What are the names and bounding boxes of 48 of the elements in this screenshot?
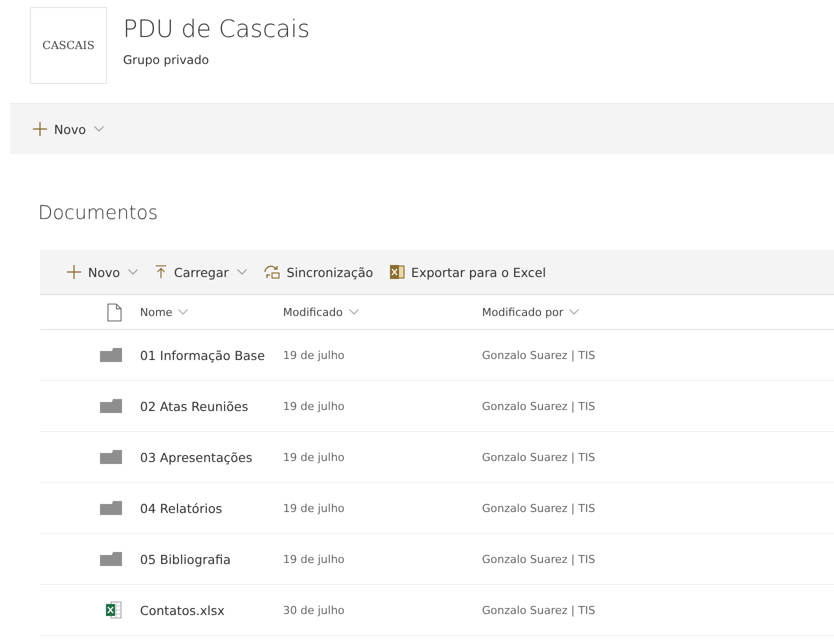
sync-icon — [262, 264, 281, 280]
modified-cell-text: 19 de julho — [283, 400, 346, 412]
column-header[interactable]: Nome — [140, 306, 283, 318]
folder-icon — [100, 399, 122, 413]
new-button[interactable]: Novo — [26, 111, 110, 147]
column-header[interactable]: Modificado — [283, 306, 482, 318]
library-title: Documentos — [38, 202, 159, 226]
folder-icon — [100, 501, 122, 515]
caret-icon — [128, 269, 138, 275]
modified-by-cell-text: Gonzalo Suarez | TIS — [482, 552, 596, 566]
sync-command[interactable]: Sincronização — [256, 254, 380, 290]
file-name-link[interactable]: 04 Relatórios — [140, 500, 283, 516]
modified-cell-text: 30 de julho — [283, 604, 346, 616]
file-name-link[interactable]: 05 Bibliografia — [140, 552, 283, 566]
site-subtitle: Grupo privado — [123, 53, 210, 67]
modified-cell-text: 19 de julho — [283, 552, 346, 566]
folder-icon — [100, 552, 122, 566]
site-title: PDU de Cascais — [123, 15, 310, 43]
modified-by-cell-text: Gonzalo Suarez | TIS — [482, 604, 596, 616]
caret-icon — [178, 309, 188, 315]
file-name-link[interactable]: 02 Atas Reuniões — [140, 398, 283, 414]
plus-icon — [66, 264, 82, 280]
caret-icon — [236, 269, 247, 275]
file-name-link[interactable]: 03 Apresentações — [140, 450, 283, 464]
folder-icon — [100, 348, 122, 362]
new-command[interactable]: Novo — [60, 254, 144, 290]
modified-by-cell-text: Gonzalo Suarez | TIS — [482, 400, 596, 412]
spreadsheet-icon — [106, 601, 122, 619]
caret-icon — [348, 309, 359, 315]
modified-by-cell-text: Gonzalo Suarez | TIS — [482, 348, 596, 362]
modified-cell-text: 19 de julho — [283, 450, 346, 464]
file-name-link[interactable]: 01 Informação Base — [140, 348, 283, 362]
folder-icon — [100, 450, 122, 464]
modified-by-cell-text: Gonzalo Suarez | TIS — [482, 450, 596, 464]
modified-by-cell-text: Gonzalo Suarez | TIS — [482, 502, 596, 514]
upload-icon — [154, 264, 168, 280]
modified-cell-text: 19 de julho — [283, 348, 346, 362]
excel-command[interactable]: Exportar para o Excel — [383, 254, 552, 290]
plus-icon — [32, 121, 48, 137]
upload-command[interactable]: Carregar — [148, 254, 253, 290]
site-logo: CASCAIS — [30, 7, 107, 84]
file-name-link[interactable]: Contatos.xlsx — [140, 602, 283, 618]
caret-icon — [94, 126, 104, 132]
excel-icon — [389, 264, 406, 280]
caret-icon — [569, 309, 580, 315]
modified-cell-text: 19 de julho — [283, 502, 346, 514]
document-icon — [107, 302, 122, 322]
column-header[interactable]: Modificado por — [482, 306, 834, 318]
